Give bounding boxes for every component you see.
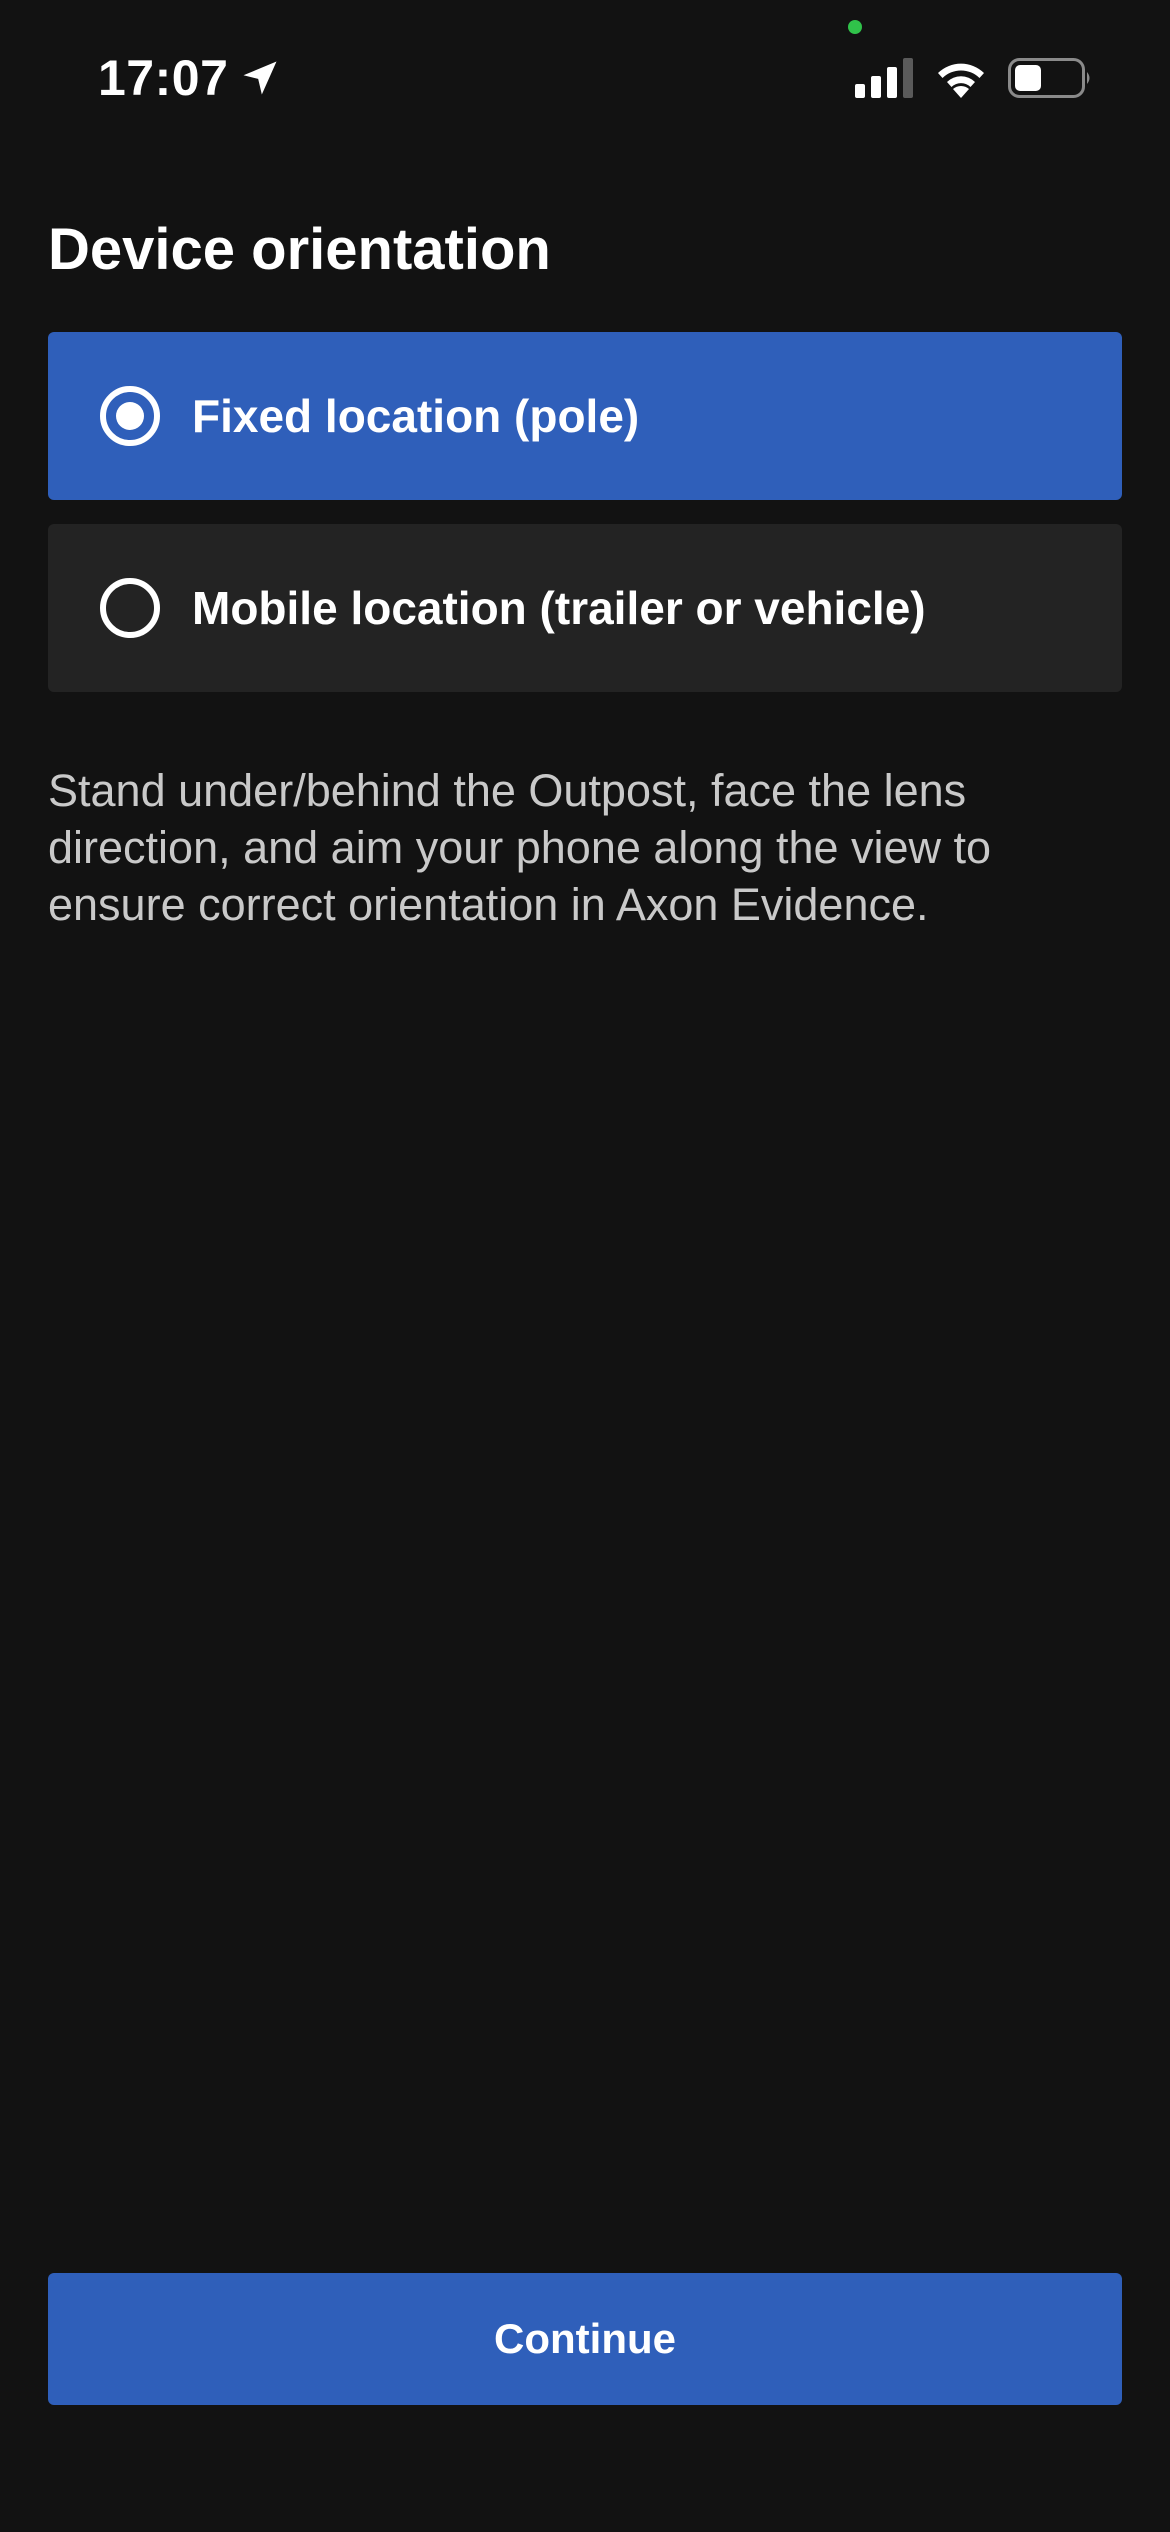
option-label: Mobile location (trailer or vehicle): [192, 582, 926, 634]
option-label: Fixed location (pole): [192, 390, 640, 442]
status-time: 17:07: [98, 50, 229, 106]
radio-dot: [116, 402, 144, 430]
privacy-indicator-dot: [848, 20, 862, 34]
radio-selected-icon[interactable]: [100, 386, 160, 446]
radio-unselected-icon[interactable]: [100, 578, 160, 638]
continue-button[interactable]: Continue: [48, 2273, 1122, 2405]
wifi-icon: [938, 63, 984, 98]
location-arrow-icon: [243, 61, 277, 95]
instructions-text: Stand under/behind the Outpost, face the…: [48, 765, 992, 930]
page-title: Device orientation: [48, 217, 551, 282]
option-mobile-location[interactable]: Mobile location (trailer or vehicle): [48, 524, 1122, 692]
signal-icon: [855, 58, 913, 98]
option-fixed-location[interactable]: Fixed location (pole): [48, 332, 1122, 500]
battery-icon: [1008, 58, 1090, 98]
status-bar: 17:07: [0, 0, 1170, 140]
